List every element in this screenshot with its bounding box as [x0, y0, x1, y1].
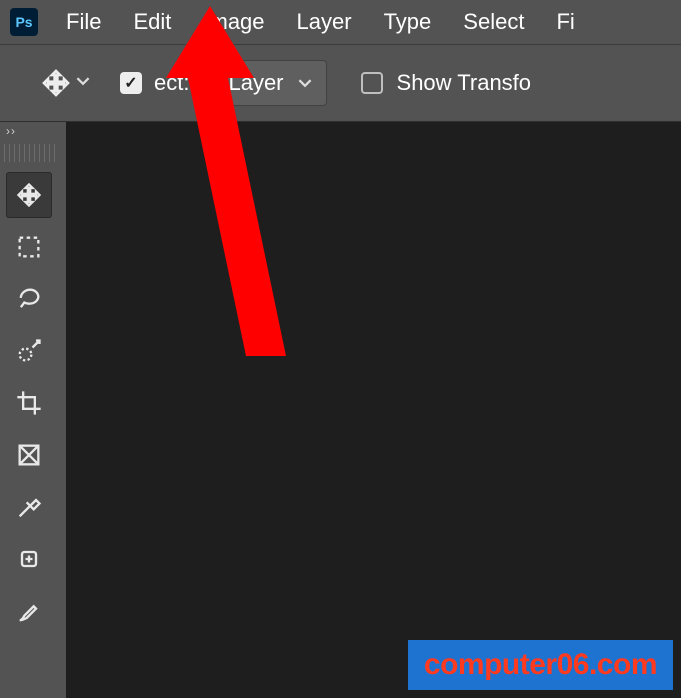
menu-file[interactable]: File	[66, 9, 101, 35]
eyedropper-tool[interactable]	[6, 484, 52, 530]
menu-bar: Ps File Edit Image Layer Type Select Fi	[0, 0, 681, 44]
document-canvas[interactable]	[66, 122, 681, 698]
chevron-down-icon	[298, 76, 312, 90]
rectangular-marquee-tool[interactable]	[6, 224, 52, 270]
crop-tool[interactable]	[6, 380, 52, 426]
lasso-tool[interactable]	[6, 276, 52, 322]
watermark-text: computer06.com	[424, 648, 657, 681]
auto-select-dropdown-value: Layer	[228, 70, 283, 96]
frame-tool[interactable]	[6, 432, 52, 478]
app-logo-icon[interactable]: Ps	[10, 8, 38, 36]
tool-preset-chevron-down-icon[interactable]	[76, 74, 90, 93]
options-bar: ✓ ect: Layer Show Transfo	[0, 44, 681, 122]
tool-strip	[6, 172, 58, 634]
show-transform-checkbox[interactable]	[361, 72, 383, 94]
auto-select-checkbox[interactable]: ✓	[120, 72, 142, 94]
panel-collapse-handle-icon[interactable]: ››	[6, 124, 16, 138]
ruler-corner	[4, 144, 58, 162]
show-transform-label: Show Transfo	[397, 70, 532, 96]
menu-type[interactable]: Type	[384, 9, 432, 35]
quick-selection-tool[interactable]	[6, 328, 52, 374]
menu-filter-truncated[interactable]: Fi	[556, 9, 574, 35]
healing-brush-tool[interactable]	[6, 536, 52, 582]
menu-image[interactable]: Image	[203, 9, 264, 35]
move-tool[interactable]	[6, 172, 52, 218]
menu-layer[interactable]: Layer	[297, 9, 352, 35]
menu-select[interactable]: Select	[463, 9, 524, 35]
auto-select-label-suffix: ect:	[154, 70, 189, 96]
left-column: ››	[0, 122, 67, 698]
app-logo-text: Ps	[15, 14, 32, 30]
app-root: Ps File Edit Image Layer Type Select Fi …	[0, 0, 681, 698]
tool-preset-move-icon[interactable]	[40, 67, 72, 99]
menu-edit[interactable]: Edit	[133, 9, 171, 35]
brush-tool[interactable]	[6, 588, 52, 634]
auto-select-dropdown[interactable]: Layer	[213, 60, 326, 106]
watermark: computer06.com	[408, 640, 673, 690]
